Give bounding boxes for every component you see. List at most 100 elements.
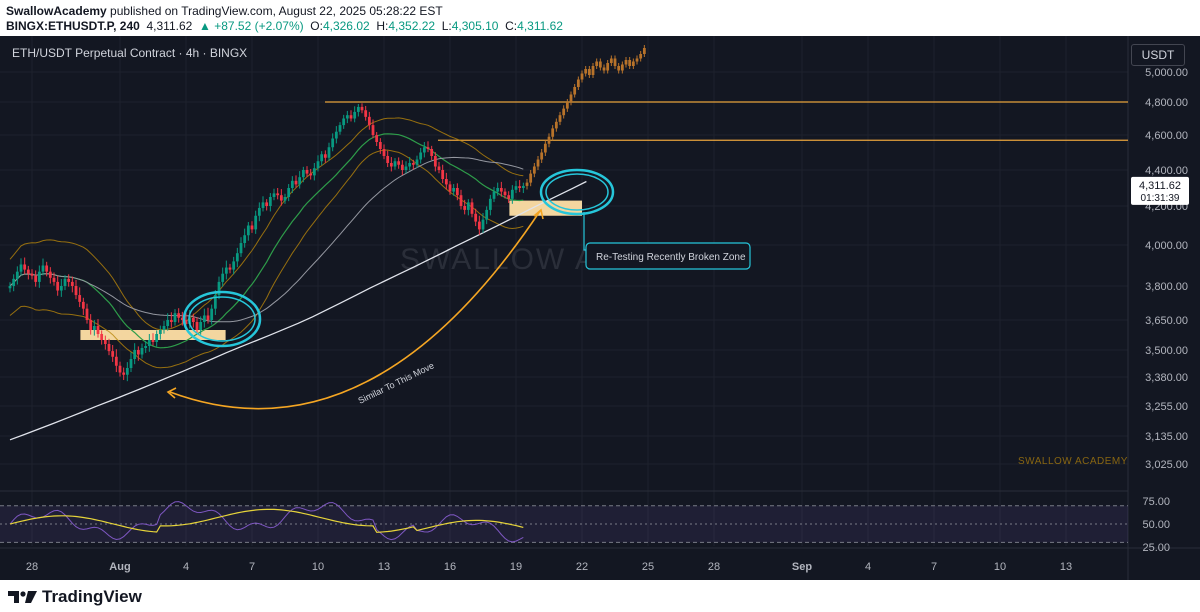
- candle-body: [173, 313, 177, 322]
- candle: [217, 276, 221, 300]
- chart-area[interactable]: 5,000.00 4,800.00 4,600.00 4,400.00 4,200.00…: [0, 36, 1200, 580]
- candle: [404, 161, 408, 174]
- candle-body: [276, 193, 280, 196]
- candle: [202, 308, 206, 328]
- candle-body: [232, 261, 236, 270]
- candle-body: [162, 326, 166, 330]
- currency-button[interactable]: USDT: [1131, 44, 1185, 66]
- candle-body: [195, 322, 199, 330]
- candle-body: [430, 149, 434, 156]
- candle-body: [8, 286, 12, 289]
- projection-body: [587, 69, 591, 75]
- candle-body: [122, 372, 126, 375]
- candle-body: [228, 267, 232, 270]
- candle: [74, 279, 78, 300]
- candle: [488, 194, 492, 216]
- candle-body: [386, 156, 390, 163]
- candle-body: [510, 189, 514, 199]
- projection-body: [547, 136, 551, 144]
- price-chart-svg[interactable]: 5,000.004,800.004,600.004,400.004,200.00…: [0, 36, 1200, 580]
- candle-countdown: 01:31:39: [1141, 193, 1180, 204]
- candle: [265, 199, 269, 211]
- candle: [415, 155, 419, 168]
- projection-body: [551, 128, 555, 137]
- candle: [422, 142, 426, 158]
- candle-body: [151, 340, 155, 342]
- projection-candle: [551, 125, 555, 141]
- x-tick-label-7: 19: [510, 561, 522, 573]
- low-label: L:: [441, 19, 452, 33]
- candle-body: [294, 180, 298, 185]
- candle-body: [455, 188, 459, 196]
- projection-body: [631, 61, 635, 66]
- candle-body: [371, 125, 375, 135]
- candle: [140, 343, 144, 359]
- projection-candle: [609, 55, 613, 66]
- tradingview-logo[interactable]: TradingView: [8, 587, 142, 607]
- candle: [228, 263, 232, 274]
- candle: [30, 269, 34, 280]
- candle: [342, 114, 346, 129]
- candle: [254, 210, 258, 234]
- x-tick-label-5: 13: [378, 561, 390, 573]
- projection-candle: [543, 140, 547, 156]
- x-tick-label-3: 7: [249, 561, 255, 573]
- candle: [111, 345, 115, 362]
- y-tick-label-2: 4,600.00: [1145, 130, 1188, 142]
- candle: [492, 186, 496, 203]
- x-tick-label-4: 10: [312, 561, 324, 573]
- candle-body: [433, 156, 437, 167]
- candle-body: [56, 281, 60, 291]
- y-tick-label-5: 4,000.00: [1145, 240, 1188, 252]
- candle: [514, 180, 518, 194]
- author-name[interactable]: SwallowAcademy: [6, 4, 107, 18]
- projection-body: [532, 166, 536, 174]
- candle-body: [243, 235, 247, 244]
- candle-body: [323, 154, 327, 158]
- candle-body: [118, 365, 122, 373]
- candle-body: [107, 344, 111, 352]
- candle: [287, 184, 291, 202]
- candle: [518, 180, 522, 193]
- candle-body: [279, 195, 283, 201]
- candle: [107, 338, 111, 356]
- candle: [19, 258, 23, 276]
- candle-body: [305, 170, 309, 174]
- candle-body: [422, 147, 426, 153]
- candle-body: [499, 188, 503, 192]
- candle-body: [254, 215, 258, 230]
- candle: [34, 270, 38, 287]
- projection-body: [628, 60, 632, 66]
- candle-body: [514, 186, 518, 190]
- published-text: published on TradingView.com, August 22,…: [106, 4, 443, 18]
- y-tick-label-9: 3,380.00: [1145, 372, 1188, 384]
- projection-body: [609, 58, 613, 63]
- candle-body: [125, 368, 129, 375]
- projection-body: [591, 66, 595, 75]
- x-tick-label-10: 28: [708, 561, 720, 573]
- candle-body: [92, 326, 96, 330]
- candle: [320, 151, 324, 166]
- candle: [37, 265, 41, 288]
- candle: [232, 256, 236, 275]
- candle: [23, 257, 27, 275]
- candle: [283, 193, 287, 204]
- candle: [67, 274, 71, 287]
- projection-body: [569, 94, 573, 102]
- candle-body: [338, 125, 342, 132]
- candle-body: [158, 330, 162, 334]
- candle-body: [78, 295, 82, 302]
- candle-body: [290, 180, 294, 188]
- candle: [129, 352, 133, 373]
- projection-candle: [642, 45, 646, 57]
- candle: [224, 260, 228, 280]
- candle: [41, 258, 45, 276]
- similar-move-arrow: [169, 210, 541, 410]
- x-tick-label-12: 4: [865, 561, 871, 573]
- candle-body: [521, 185, 525, 188]
- candle-body: [70, 281, 74, 286]
- projection-candle: [565, 99, 569, 112]
- candle-body: [415, 159, 419, 165]
- projection-candle: [569, 91, 573, 106]
- candle: [261, 196, 265, 212]
